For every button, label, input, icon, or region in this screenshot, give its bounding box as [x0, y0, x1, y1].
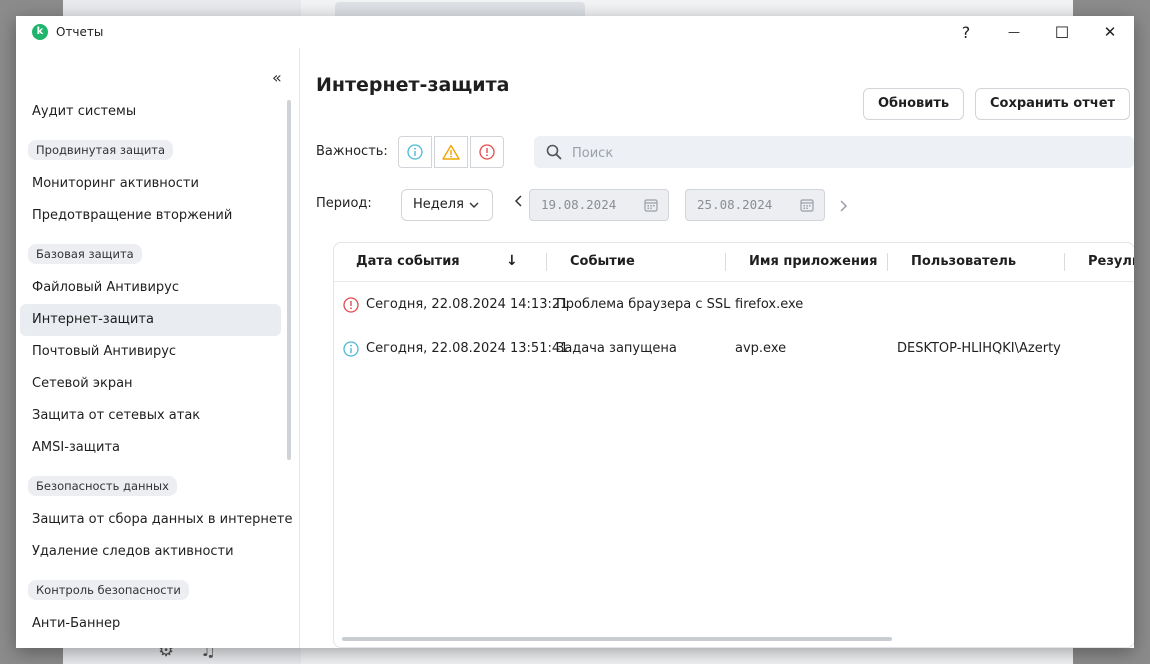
sidebar-item-почтовый-антивирус[interactable]: Почтовый Антивирус — [20, 336, 281, 368]
cell-event: Задача запущена — [556, 341, 677, 356]
severity-filter — [398, 136, 506, 168]
warning-icon — [442, 144, 460, 160]
sidebar: « Аудит системы Продвинутая защита Монитор… — [16, 48, 300, 648]
severity-warning-toggle[interactable] — [434, 136, 468, 168]
column-header-user[interactable]: Пользователь — [911, 254, 1016, 269]
main-content: Интернет-защита Обновить Сохранить отчет… — [316, 48, 1134, 648]
sidebar-item-анти-баннер[interactable]: Анти-Баннер — [20, 608, 281, 640]
sidebar-group-label: Базовая защита — [28, 244, 142, 264]
title-bar: k Отчеты ? — ☐ ✕ — [16, 16, 1134, 48]
column-divider[interactable] — [546, 253, 547, 271]
table-horizontal-scrollbar[interactable] — [342, 637, 892, 641]
info-icon — [343, 341, 359, 357]
period-label: Период: — [316, 196, 372, 211]
sidebar-item-защита-от-сетевых-атак[interactable]: Защита от сетевых атак — [20, 400, 281, 432]
cell-application: firefox.exe — [735, 297, 804, 312]
column-divider[interactable] — [1064, 253, 1065, 271]
refresh-button[interactable]: Обновить — [863, 88, 965, 120]
sidebar-item-мониторинг-активности[interactable]: Мониторинг активности — [20, 168, 281, 200]
page-title: Интернет-защита — [316, 74, 510, 96]
severity-info-toggle[interactable] — [398, 136, 432, 168]
sidebar-nav: Аудит системы Продвинутая защита Мониторин… — [20, 96, 292, 640]
minimize-button[interactable]: — — [994, 20, 1034, 44]
chevron-down-icon — [469, 202, 479, 208]
calendar-icon — [644, 199, 658, 212]
next-period-button[interactable] — [838, 198, 848, 217]
sidebar-group-label: Контроль безопасности — [28, 580, 189, 600]
sidebar-item-сетевой-экран[interactable]: Сетевой экран — [20, 368, 281, 400]
search-icon — [546, 144, 562, 160]
sidebar-item-удаление-следов-активности[interactable]: Удаление следов активности — [20, 536, 281, 568]
date-to-value: 25.08.2024 — [697, 197, 773, 212]
sidebar-item-защита-от-сбора-данных-в-интернете[interactable]: Защита от сбора данных в интернете — [20, 504, 292, 536]
column-header-result[interactable]: Резуль — [1088, 254, 1134, 269]
column-header-event[interactable]: Событие — [570, 254, 635, 269]
column-divider[interactable] — [887, 253, 888, 271]
column-divider[interactable] — [725, 253, 726, 271]
sidebar-item-amsi-защита[interactable]: AMSI-защита — [20, 432, 281, 464]
sidebar-item-файловый-антивирус[interactable]: Файловый Антивирус — [20, 272, 281, 304]
error-icon — [479, 144, 495, 160]
window-title: Отчеты — [56, 25, 104, 39]
period-select-value: Неделя — [413, 197, 464, 212]
sort-descending-icon[interactable]: ↓ — [506, 253, 518, 269]
sidebar-item-интернет-защита[interactable]: Интернет-защита — [20, 304, 281, 336]
maximize-button[interactable]: ☐ — [1042, 20, 1082, 44]
cell-date: Сегодня, 22.08.2024 13:51:41 — [366, 341, 569, 356]
sidebar-item-аудит-системы[interactable]: Аудит системы — [20, 96, 281, 128]
severity-error-toggle[interactable] — [470, 136, 504, 168]
close-button[interactable]: ✕ — [1090, 20, 1130, 44]
cell-application: avp.exe — [735, 341, 787, 356]
table-row[interactable]: Сегодня, 22.08.2024 13:51:41 Задача запу… — [334, 327, 1134, 371]
reports-dialog: k Отчеты ? — ☐ ✕ « Аудит системы Продвину… — [16, 16, 1134, 648]
help-button[interactable]: ? — [946, 20, 986, 44]
events-table: Дата события ↓ Событие Имя приложения По… — [333, 242, 1134, 648]
error-icon — [343, 297, 359, 313]
sidebar-group-label: Безопасность данных — [28, 476, 177, 496]
sidebar-item-предотвращение-вторжений[interactable]: Предотвращение вторжений — [20, 200, 281, 232]
date-from-value: 19.08.2024 — [541, 197, 617, 212]
sidebar-group-label: Продвинутая защита — [28, 140, 174, 160]
collapse-sidebar-button[interactable]: « — [272, 68, 282, 87]
kaspersky-logo-icon: k — [32, 24, 48, 40]
save-report-button[interactable]: Сохранить отчет — [975, 88, 1131, 120]
date-from-field[interactable]: 19.08.2024 — [529, 189, 669, 221]
chevron-right-icon — [840, 200, 848, 212]
chevron-left-icon — [514, 195, 522, 207]
column-header-application[interactable]: Имя приложения — [749, 254, 877, 269]
column-header-date[interactable]: Дата события — [356, 254, 460, 269]
table-row[interactable]: Сегодня, 22.08.2024 14:13:21 Проблема бр… — [334, 283, 1134, 327]
search-field — [534, 136, 1134, 170]
period-select[interactable]: Неделя — [401, 189, 493, 221]
calendar-icon — [800, 199, 814, 212]
severity-label: Важность: — [316, 144, 388, 159]
sidebar-scrollbar[interactable] — [287, 100, 291, 460]
info-icon — [407, 144, 423, 160]
cell-date: Сегодня, 22.08.2024 14:13:21 — [366, 297, 569, 312]
cell-event: Проблема браузера с SSL — [556, 297, 731, 312]
cell-user: DESKTOP-HLIHQKI\Azerty — [897, 341, 1061, 356]
date-to-field[interactable]: 25.08.2024 — [685, 189, 825, 221]
search-input[interactable] — [570, 136, 1114, 170]
previous-period-button[interactable] — [514, 193, 524, 212]
table-header: Дата события ↓ Событие Имя приложения По… — [334, 243, 1134, 282]
